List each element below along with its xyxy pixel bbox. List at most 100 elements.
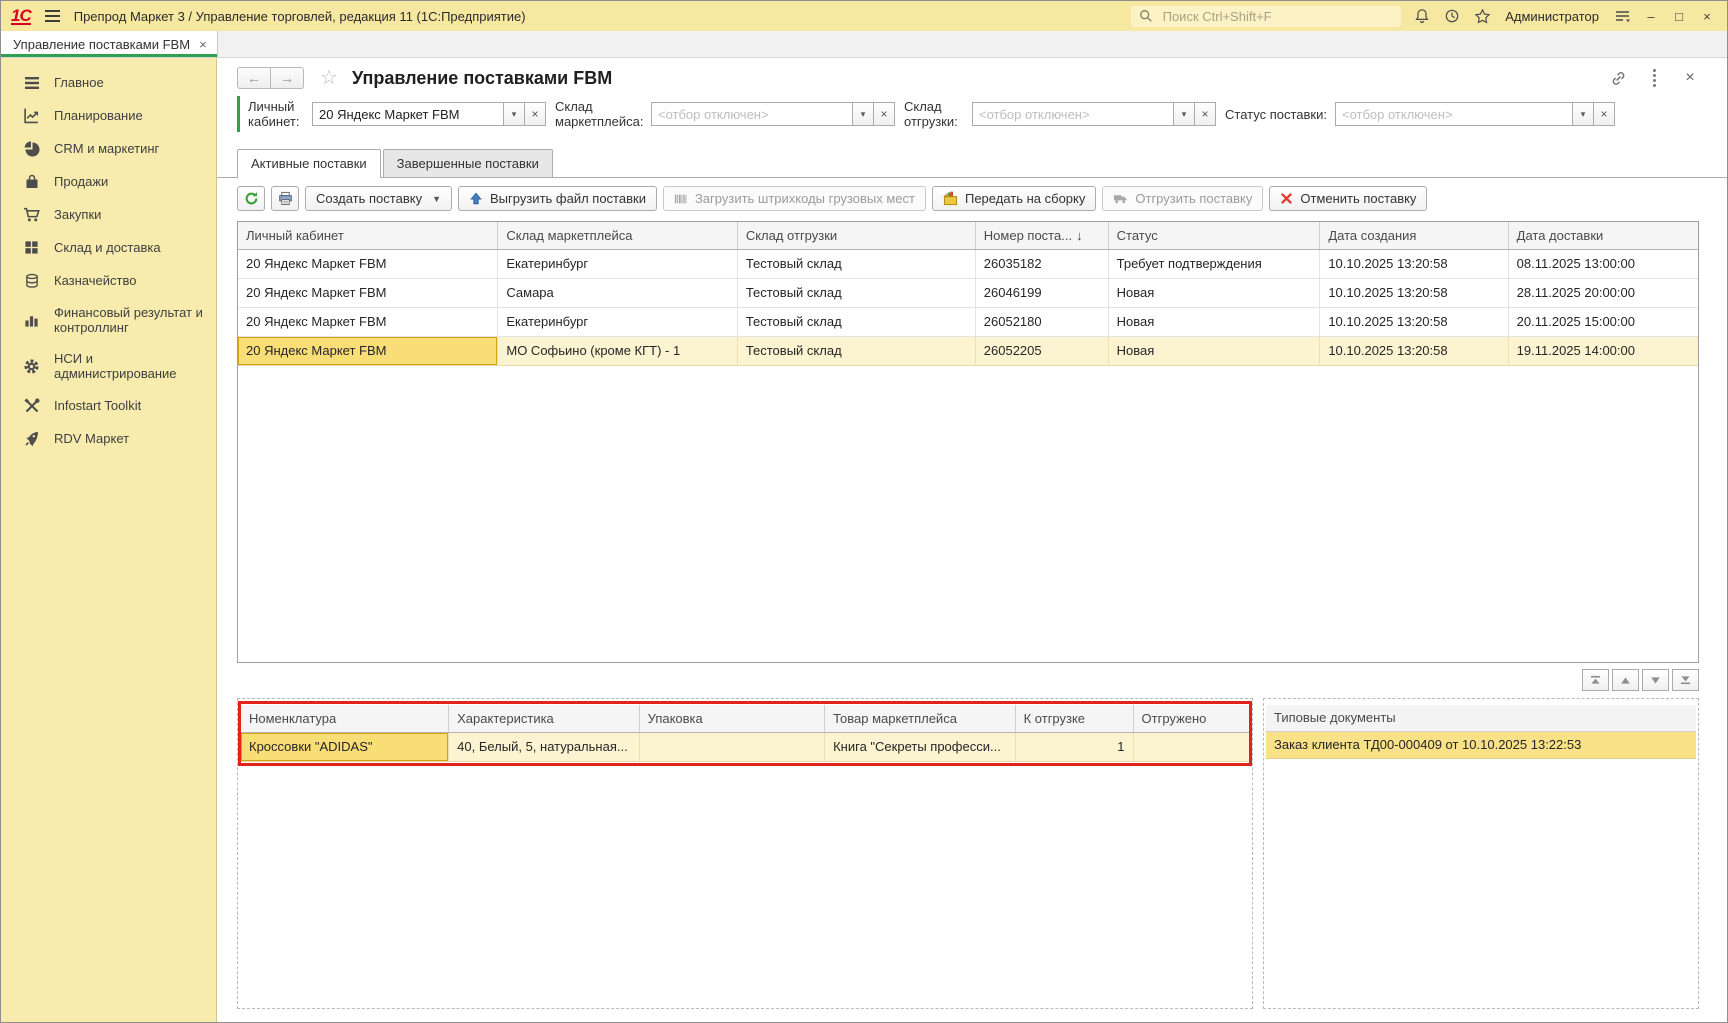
table-cell[interactable]: Книга "Секреты професси... — [825, 732, 1016, 761]
back-button[interactable]: ← — [237, 67, 271, 89]
close-window-button[interactable]: × — [1699, 9, 1715, 24]
forward-button[interactable]: → — [270, 67, 304, 89]
column-header[interactable]: Товар маркетплейса — [825, 705, 1016, 732]
sidebar-item-sales[interactable]: Продажи — [1, 165, 216, 198]
supply-status-input[interactable] — [1335, 102, 1573, 126]
table-cell[interactable]: 20 Яндекс Маркет FBM — [238, 336, 498, 365]
maximize-button[interactable]: □ — [1671, 9, 1687, 24]
table-cell[interactable]: 26052205 — [975, 336, 1108, 365]
sidebar-item-financial-result[interactable]: Финансовый результат и контроллинг — [1, 297, 216, 343]
table-cell[interactable]: 28.11.2025 20:00:00 — [1508, 278, 1698, 307]
column-header[interactable]: Дата создания — [1320, 222, 1508, 249]
table-cell[interactable]: 10.10.2025 13:20:58 — [1320, 249, 1508, 278]
table-cell[interactable]: МО Софьино (кроме КГТ) - 1 — [498, 336, 737, 365]
go-last-row-button[interactable] — [1672, 669, 1699, 691]
notifications-bell-icon[interactable] — [1413, 7, 1431, 25]
clear-icon[interactable]: × — [1593, 102, 1615, 126]
favorite-star-icon[interactable]: ☆ — [320, 68, 338, 88]
table-cell[interactable]: Тестовый склад — [737, 249, 975, 278]
sidebar-item-infostart-toolkit[interactable]: Infostart Toolkit — [1, 389, 216, 422]
table-cell[interactable]: Екатеринбург — [498, 249, 737, 278]
column-header[interactable]: Личный кабинет — [238, 222, 498, 249]
table-cell[interactable]: 40, Белый, 5, натуральная... — [449, 732, 640, 761]
table-cell[interactable]: 26046199 — [975, 278, 1108, 307]
ship-supply-button[interactable]: Отгрузить поставку — [1102, 186, 1263, 211]
table-cell[interactable]: Тестовый склад — [737, 336, 975, 365]
column-header[interactable]: Статус — [1108, 222, 1320, 249]
tab-active-supplies[interactable]: Активные поставки — [237, 149, 381, 178]
sidebar-item-warehouse-delivery[interactable]: Склад и доставка — [1, 231, 216, 264]
document-link-row[interactable]: Заказ клиента ТД00-000409 от 10.10.2025 … — [1266, 732, 1696, 759]
table-cell[interactable]: 08.11.2025 13:00:00 — [1508, 249, 1698, 278]
table-cell[interactable]: Тестовый склад — [737, 307, 975, 336]
table-cell[interactable]: 20.11.2025 15:00:00 — [1508, 307, 1698, 336]
dropdown-icon[interactable]: ▾ — [1173, 102, 1195, 126]
cancel-supply-button[interactable]: Отменить поставку — [1269, 186, 1427, 211]
tab-completed-supplies[interactable]: Завершенные поставки — [383, 149, 553, 177]
refresh-button[interactable] — [237, 186, 265, 211]
column-header[interactable]: К отгрузке — [1015, 705, 1133, 732]
table-cell[interactable]: 1 — [1015, 732, 1133, 761]
row-down-button[interactable] — [1642, 669, 1669, 691]
tab-fbm-supply-management[interactable]: Управление поставками FBM × — [1, 31, 218, 57]
sidebar-item-main[interactable]: Главное — [1, 66, 216, 99]
table-cell[interactable]: Требует подтверждения — [1108, 249, 1320, 278]
settings-menu-icon[interactable] — [1613, 7, 1631, 25]
table-cell[interactable]: 10.10.2025 13:20:58 — [1320, 307, 1508, 336]
sidebar-item-planning[interactable]: Планирование — [1, 99, 216, 132]
dropdown-icon[interactable]: ▾ — [1572, 102, 1594, 126]
more-icon[interactable] — [1645, 69, 1663, 87]
load-barcodes-button[interactable]: Загрузить штрихкоды грузовых мест — [663, 186, 926, 211]
close-tab-icon[interactable]: × — [199, 37, 207, 52]
global-search[interactable] — [1131, 6, 1401, 27]
table-cell[interactable]: Екатеринбург — [498, 307, 737, 336]
current-user[interactable]: Администратор — [1505, 9, 1599, 24]
print-button[interactable] — [271, 186, 299, 211]
history-icon[interactable] — [1443, 7, 1461, 25]
clear-icon[interactable]: × — [524, 102, 546, 126]
clear-icon[interactable]: × — [1194, 102, 1216, 126]
table-cell[interactable]: 26035182 — [975, 249, 1108, 278]
table-cell[interactable]: 20 Яндекс Маркет FBM — [238, 307, 498, 336]
table-cell[interactable]: 10.10.2025 13:20:58 — [1320, 278, 1508, 307]
send-to-assembly-button[interactable]: Передать на сборку — [932, 186, 1096, 211]
table-cell[interactable]: 20 Яндекс Маркет FBM — [238, 278, 498, 307]
column-header[interactable]: Склад маркетплейса — [498, 222, 737, 249]
table-cell[interactable]: 19.11.2025 14:00:00 — [1508, 336, 1698, 365]
table-cell[interactable]: Новая — [1108, 336, 1320, 365]
row-up-button[interactable] — [1612, 669, 1639, 691]
minimize-button[interactable]: – — [1643, 9, 1659, 24]
1c-logo[interactable]: 1С — [11, 8, 31, 25]
main-menu-icon[interactable] — [43, 6, 62, 26]
sidebar-item-rdv-market[interactable]: RDV Маркет — [1, 422, 216, 455]
table-cell[interactable]: Самара — [498, 278, 737, 307]
sidebar-item-nsi-administration[interactable]: НСИ и администрирование — [1, 343, 216, 389]
dropdown-icon[interactable]: ▾ — [503, 102, 525, 126]
sidebar-item-purchases[interactable]: Закупки — [1, 198, 216, 231]
column-header[interactable]: Склад отгрузки — [737, 222, 975, 249]
table-cell[interactable]: Тестовый склад — [737, 278, 975, 307]
table-row[interactable]: 20 Яндекс Маркет FBMЕкатеринбургТестовый… — [238, 307, 1698, 336]
column-header[interactable]: Упаковка — [639, 705, 824, 732]
column-header[interactable]: Отгружено — [1133, 705, 1249, 732]
table-cell[interactable]: Новая — [1108, 278, 1320, 307]
table-row[interactable]: Кроссовки "ADIDAS"40, Белый, 5, натураль… — [241, 732, 1249, 761]
table-cell[interactable]: 26052180 — [975, 307, 1108, 336]
clear-icon[interactable]: × — [873, 102, 895, 126]
sidebar-item-treasury[interactable]: Казначейство — [1, 264, 216, 297]
table-cell[interactable]: Новая — [1108, 307, 1320, 336]
export-supply-file-button[interactable]: Выгрузить файл поставки — [458, 186, 657, 211]
table-row[interactable]: 20 Яндекс Маркет FBMМО Софьино (кроме КГ… — [238, 336, 1698, 365]
shipping-warehouse-input[interactable] — [972, 102, 1174, 126]
column-header[interactable]: Дата доставки — [1508, 222, 1698, 249]
column-header[interactable]: Характеристика — [449, 705, 640, 732]
search-input[interactable] — [1161, 8, 1395, 25]
go-first-row-button[interactable] — [1582, 669, 1609, 691]
table-row[interactable]: 20 Яндекс Маркет FBMЕкатеринбургТестовый… — [238, 249, 1698, 278]
marketplace-warehouse-input[interactable] — [651, 102, 853, 126]
sidebar-item-crm-marketing[interactable]: CRM и маркетинг — [1, 132, 216, 165]
link-icon[interactable] — [1609, 69, 1627, 87]
table-cell[interactable] — [1133, 732, 1249, 761]
table-cell[interactable]: 20 Яндекс Маркет FBM — [238, 249, 498, 278]
table-cell[interactable]: 10.10.2025 13:20:58 — [1320, 336, 1508, 365]
